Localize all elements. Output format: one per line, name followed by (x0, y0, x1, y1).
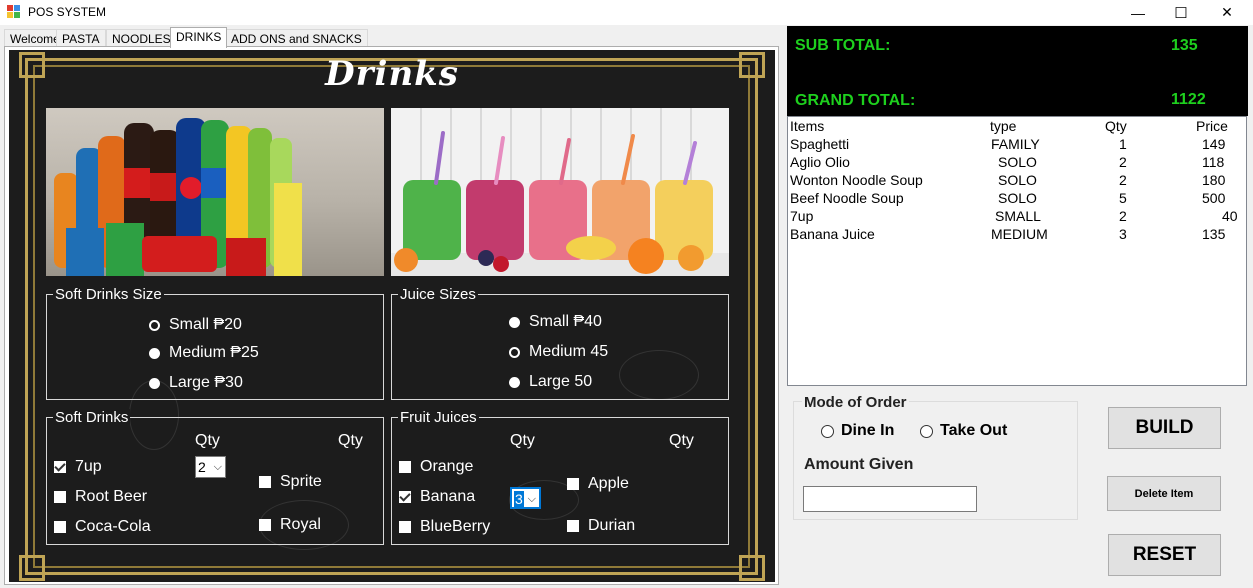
app-icon (7, 5, 21, 19)
order-row-qty: 2 (1119, 172, 1127, 188)
radio-icon (821, 424, 834, 438)
drinks-panel: Drinks Soft Drinks Size Small ₱20 Medium… (9, 50, 775, 582)
chevron-down-icon: ⌵ (213, 461, 222, 473)
take-out-radio[interactable]: Take Out (920, 422, 1007, 440)
checkbox-7up[interactable]: 7up (54, 458, 102, 476)
soft-drinks-size-title: Soft Drinks Size (53, 286, 164, 303)
order-row-price: 135 (1202, 226, 1226, 242)
juice-size-large-radio[interactable]: Large 50 (509, 373, 592, 391)
tab-add-ons-snacks[interactable]: ADD ONS and SNACKS (225, 29, 368, 47)
tab-drinks[interactable]: DRINKS (170, 27, 228, 48)
soft-drinks-photo (46, 108, 384, 276)
soft-drinks-group: Soft Drinks Qty Qty 7up Root Beer Coca-C… (46, 409, 384, 545)
chevron-down-icon: ⌵ (527, 493, 536, 505)
dine-in-radio[interactable]: Dine In (821, 422, 894, 440)
checkbox-sprite[interactable]: Sprite (259, 473, 322, 491)
col-header-price: Price (1196, 118, 1228, 134)
delete-item-button[interactable]: Delete Item (1107, 476, 1221, 511)
order-row-qty: 2 (1119, 154, 1127, 170)
order-row-item: Banana Juice (790, 226, 875, 242)
tab-pasta[interactable]: PASTA (56, 29, 106, 47)
checkbox-durian[interactable]: Durian (567, 517, 635, 535)
reset-button[interactable]: RESET (1108, 534, 1221, 576)
soft-qty-header-1: Qty (195, 432, 220, 449)
order-row-price: 180 (1202, 172, 1226, 188)
maximize-button[interactable]: ☐ (1158, 0, 1204, 25)
order-row-item: Aglio Olio (790, 154, 850, 170)
order-row-qty: 3 (1119, 226, 1127, 242)
window-title: POS SYSTEM (28, 5, 107, 19)
checkbox-royal[interactable]: Royal (259, 516, 321, 534)
order-row-price: 40 (1222, 208, 1238, 224)
fruit-juices-group: Fruit Juices Qty Qty Orange Banana BlueB… (391, 409, 729, 545)
order-row-type: SOLO (998, 154, 1037, 170)
soft-size-small-radio[interactable]: Small ₱20 (149, 316, 242, 334)
order-row-type: MEDIUM (991, 226, 1048, 242)
col-header-items: Items (790, 118, 825, 134)
amount-given-input[interactable] (803, 486, 977, 512)
totals-panel: SUB TOTAL: 135 GRAND TOTAL: 1122 (787, 26, 1248, 116)
order-row-type: SMALL (995, 208, 1041, 224)
juice-sizes-group: Juice Sizes Small ₱40 Medium 45 Large 50 (391, 286, 729, 400)
subtotal-label: SUB TOTAL: (795, 37, 891, 54)
7up-qty-select[interactable]: 2 ⌵ (195, 456, 226, 478)
juice-qty-header-1: Qty (510, 432, 535, 449)
order-row-qty: 5 (1119, 190, 1127, 206)
order-row-type: FAMILY (991, 136, 1040, 152)
order-row-type: SOLO (998, 190, 1037, 206)
mode-of-order-title: Mode of Order (802, 394, 909, 411)
checkbox-root-beer[interactable]: Root Beer (54, 488, 147, 506)
order-row-price: 149 (1202, 136, 1226, 152)
checkbox-apple[interactable]: Apple (567, 475, 629, 493)
drinks-heading: Drinks (325, 54, 459, 94)
order-list[interactable]: Items type Qty Price Spaghetti FAMILY 1 149… (787, 116, 1247, 386)
order-row-item: Spaghetti (790, 136, 850, 152)
order-row-type: SOLO (998, 172, 1037, 188)
juice-sizes-title: Juice Sizes (398, 286, 478, 303)
tab-noodles[interactable]: NOODLES (106, 29, 177, 47)
checkbox-orange[interactable]: Orange (399, 458, 473, 476)
close-button[interactable]: ✕ (1204, 0, 1250, 25)
order-row-price: 500 (1202, 190, 1226, 206)
grand-total-value: 1122 (1171, 91, 1206, 108)
order-row-item: Beef Noodle Soup (790, 190, 904, 206)
order-row-qty: 2 (1119, 208, 1127, 224)
soft-size-medium-radio[interactable]: Medium ₱25 (149, 344, 259, 362)
order-row-item: Wonton Noodle Soup (790, 172, 923, 188)
soft-drinks-size-group: Soft Drinks Size Small ₱20 Medium ₱25 La… (46, 286, 384, 400)
soft-size-large-radio[interactable]: Large ₱30 (149, 374, 243, 392)
amount-given-label: Amount Given (804, 456, 914, 473)
fruit-juices-title: Fruit Juices (398, 409, 479, 426)
grand-total-label: GRAND TOTAL: (795, 92, 916, 109)
checkbox-blueberry[interactable]: BlueBerry (399, 518, 490, 536)
juice-size-small-radio[interactable]: Small ₱40 (509, 313, 602, 331)
order-row-item: 7up (790, 208, 814, 224)
subtotal-value: 135 (1171, 37, 1198, 54)
minimize-button[interactable]: — (1115, 0, 1161, 25)
juice-qty-header-2: Qty (669, 432, 694, 449)
col-header-qty: Qty (1105, 118, 1127, 134)
mode-of-order-group: Mode of Order Dine In Take Out Amount Gi… (793, 394, 1078, 520)
juice-size-medium-radio[interactable]: Medium 45 (509, 343, 608, 361)
order-row-price: 118 (1202, 154, 1225, 170)
checkbox-coca-cola[interactable]: Coca-Cola (54, 518, 151, 536)
order-row-qty: 1 (1119, 136, 1127, 152)
col-header-type: type (990, 118, 1017, 134)
checkbox-banana[interactable]: Banana (399, 488, 475, 506)
soft-qty-header-2: Qty (338, 432, 363, 449)
build-button[interactable]: BUILD (1108, 407, 1221, 449)
radio-icon (920, 424, 933, 438)
banana-qty-select[interactable]: 3 ⌵ (510, 487, 541, 509)
soft-drinks-title: Soft Drinks (53, 409, 131, 426)
fruit-juices-photo (391, 108, 729, 276)
title-bar: POS SYSTEM — ☐ ✕ (0, 0, 1253, 25)
